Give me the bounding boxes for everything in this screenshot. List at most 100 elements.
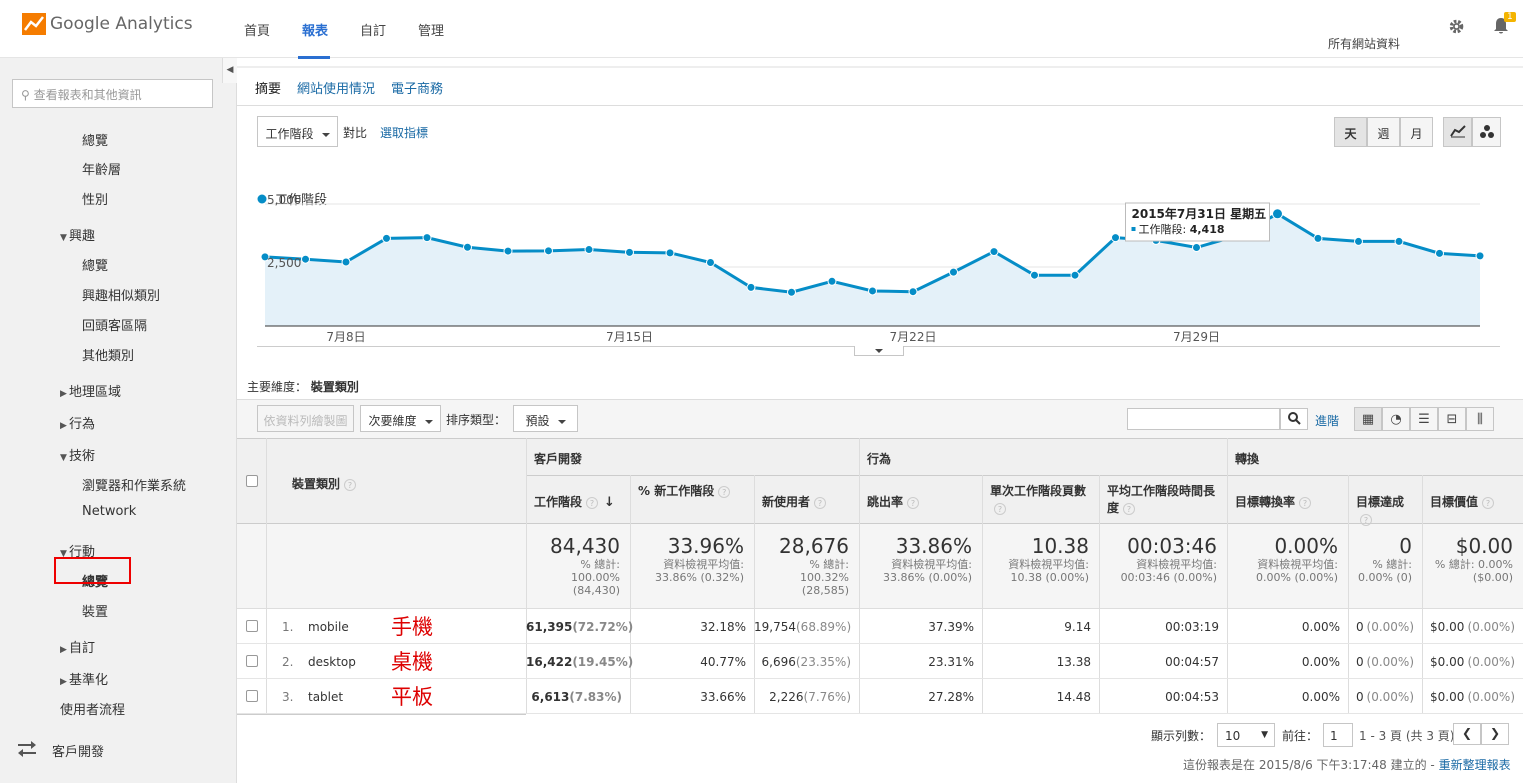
goto-page-input[interactable]: 1 <box>1323 723 1353 747</box>
sidebar-item[interactable]: 性別 <box>82 189 108 208</box>
data-point[interactable] <box>665 248 675 258</box>
row-checkbox[interactable] <box>246 620 258 632</box>
gear-icon[interactable] <box>1448 18 1465 35</box>
refresh-report-link[interactable]: 重新整理報表 <box>1439 758 1511 772</box>
data-point[interactable] <box>1070 270 1080 280</box>
data-point[interactable] <box>341 257 351 267</box>
row-checkbox[interactable] <box>246 690 258 702</box>
row-checkbox[interactable] <box>246 655 258 667</box>
device-link[interactable]: tablet <box>308 690 343 704</box>
secondary-dimension-select[interactable]: 次要維度 <box>360 405 441 432</box>
help-icon[interactable]: ? <box>814 497 827 509</box>
account-selector[interactable]: 所有網站資料 <box>1328 35 1400 52</box>
sidebar-item[interactable]: 其他類別 <box>82 345 134 364</box>
next-page-button[interactable]: ❯ <box>1481 723 1509 745</box>
sort-desc-icon[interactable]: ↓ <box>604 495 615 510</box>
nav-reports[interactable]: 報表 <box>302 20 328 39</box>
data-point[interactable] <box>989 247 999 257</box>
rows-per-page-select[interactable]: 10 ▼ <box>1217 723 1275 747</box>
data-point[interactable] <box>1030 270 1039 280</box>
data-point[interactable] <box>422 233 432 243</box>
advanced-filter-link[interactable]: 進階 <box>1315 412 1339 429</box>
data-point[interactable] <box>584 245 594 255</box>
data-point[interactable] <box>787 287 796 297</box>
data-point[interactable] <box>544 246 553 256</box>
column-header[interactable]: 目標達成? <box>1356 494 1416 528</box>
data-point[interactable] <box>625 247 634 257</box>
sidebar-item[interactable]: 瀏覽器和作業系統 <box>82 475 186 494</box>
device-link[interactable]: mobile <box>308 620 349 634</box>
help-icon[interactable]: ? <box>1123 503 1136 515</box>
help-icon[interactable]: ? <box>718 486 731 498</box>
ga-logo[interactable]: Google Analytics <box>22 13 193 35</box>
sidebar-item[interactable]: ▶ 地理區域 <box>60 381 121 400</box>
report-search-input[interactable]: ⚲ 查看報表和其他資訊 <box>12 79 213 108</box>
column-header[interactable]: 跳出率? <box>867 494 976 511</box>
help-icon[interactable]: ? <box>994 503 1006 515</box>
view-bars-button[interactable]: ☰ <box>1410 407 1438 431</box>
sort-type-select[interactable]: 預設 <box>513 405 578 432</box>
data-point[interactable] <box>1354 236 1363 246</box>
sidebar-item[interactable]: ▶ 自訂 <box>60 637 95 656</box>
help-icon[interactable]: ? <box>907 497 920 509</box>
data-point[interactable] <box>1192 243 1201 253</box>
column-header[interactable]: 目標轉換率? <box>1235 494 1342 511</box>
help-icon[interactable]: ? <box>1299 497 1312 509</box>
sidebar-item-acquisition[interactable]: 客戶開發 <box>52 741 104 760</box>
data-point[interactable] <box>949 267 958 277</box>
sidebar-item[interactable]: 興趣相似類別 <box>82 285 160 304</box>
plot-rows-button[interactable]: 依資料列繪製圖表 <box>257 405 354 432</box>
data-point[interactable] <box>463 242 472 252</box>
day-button[interactable]: 天 <box>1334 117 1367 147</box>
device-link[interactable]: desktop <box>308 655 356 669</box>
select-metric-link[interactable]: 選取指標 <box>380 124 428 141</box>
tab-summary[interactable]: 摘要 <box>255 78 281 97</box>
data-point[interactable] <box>1272 208 1283 220</box>
nav-home[interactable]: 首頁 <box>244 20 270 39</box>
metric-selector[interactable]: 工作階段 <box>257 116 338 147</box>
week-button[interactable]: 週 <box>1367 117 1400 147</box>
data-point[interactable] <box>746 282 756 292</box>
data-point[interactable] <box>382 233 391 243</box>
column-header[interactable]: 平均工作階段時間長度? <box>1107 483 1221 517</box>
column-header[interactable]: 目標價值? <box>1430 494 1517 511</box>
data-point[interactable] <box>1313 233 1323 243</box>
dimension-header[interactable]: 裝置類別? <box>292 475 357 492</box>
help-icon[interactable]: ? <box>1360 514 1372 526</box>
data-point[interactable] <box>706 258 715 267</box>
help-icon[interactable]: ? <box>1482 497 1495 509</box>
data-point[interactable] <box>1435 248 1444 258</box>
data-point[interactable] <box>503 246 513 256</box>
column-header[interactable]: % 新工作階段? <box>638 483 748 500</box>
motion-chart-button[interactable] <box>1472 117 1501 147</box>
sidebar-item[interactable]: 年齡層 <box>82 159 121 178</box>
tab-site-usage[interactable]: 網站使用情況 <box>297 78 375 97</box>
view-pivot-button[interactable]: ⊟ <box>1438 407 1466 431</box>
collapse-sidebar-button[interactable]: ◀ <box>222 58 237 83</box>
data-point[interactable] <box>827 276 837 286</box>
nav-admin[interactable]: 管理 <box>418 20 444 39</box>
view-grid-button[interactable]: ▦ <box>1354 407 1382 431</box>
nav-customize[interactable]: 自訂 <box>360 20 386 39</box>
select-all-checkbox[interactable] <box>246 475 258 487</box>
filter-search-button[interactable] <box>1280 408 1308 430</box>
sidebar-item[interactable]: 裝置 <box>82 601 108 620</box>
sidebar-item[interactable]: ▼ 技術 <box>60 445 95 464</box>
data-point[interactable] <box>1394 236 1404 246</box>
sidebar-item[interactable]: Network <box>82 504 136 519</box>
sidebar-item[interactable]: 回頭客區隔 <box>82 315 147 334</box>
data-point[interactable] <box>301 254 310 264</box>
data-point[interactable] <box>868 286 877 296</box>
sidebar-item[interactable]: 總覽 <box>82 255 108 274</box>
sidebar-item[interactable]: ▶ 基準化 <box>60 669 108 688</box>
column-header[interactable]: 工作階段? ↓ <box>534 494 624 511</box>
data-point[interactable] <box>908 287 918 297</box>
sidebar-item[interactable]: ▶ 行為 <box>60 413 95 432</box>
column-header[interactable]: 新使用者? <box>762 494 853 511</box>
help-icon[interactable]: ? <box>344 479 357 491</box>
month-button[interactable]: 月 <box>1400 117 1433 147</box>
table-filter-input[interactable] <box>1127 408 1280 430</box>
view-pie-button[interactable]: ◔ <box>1382 407 1410 431</box>
expand-chart-handle[interactable] <box>854 346 904 356</box>
sidebar-item[interactable]: 使用者流程 <box>60 699 125 718</box>
